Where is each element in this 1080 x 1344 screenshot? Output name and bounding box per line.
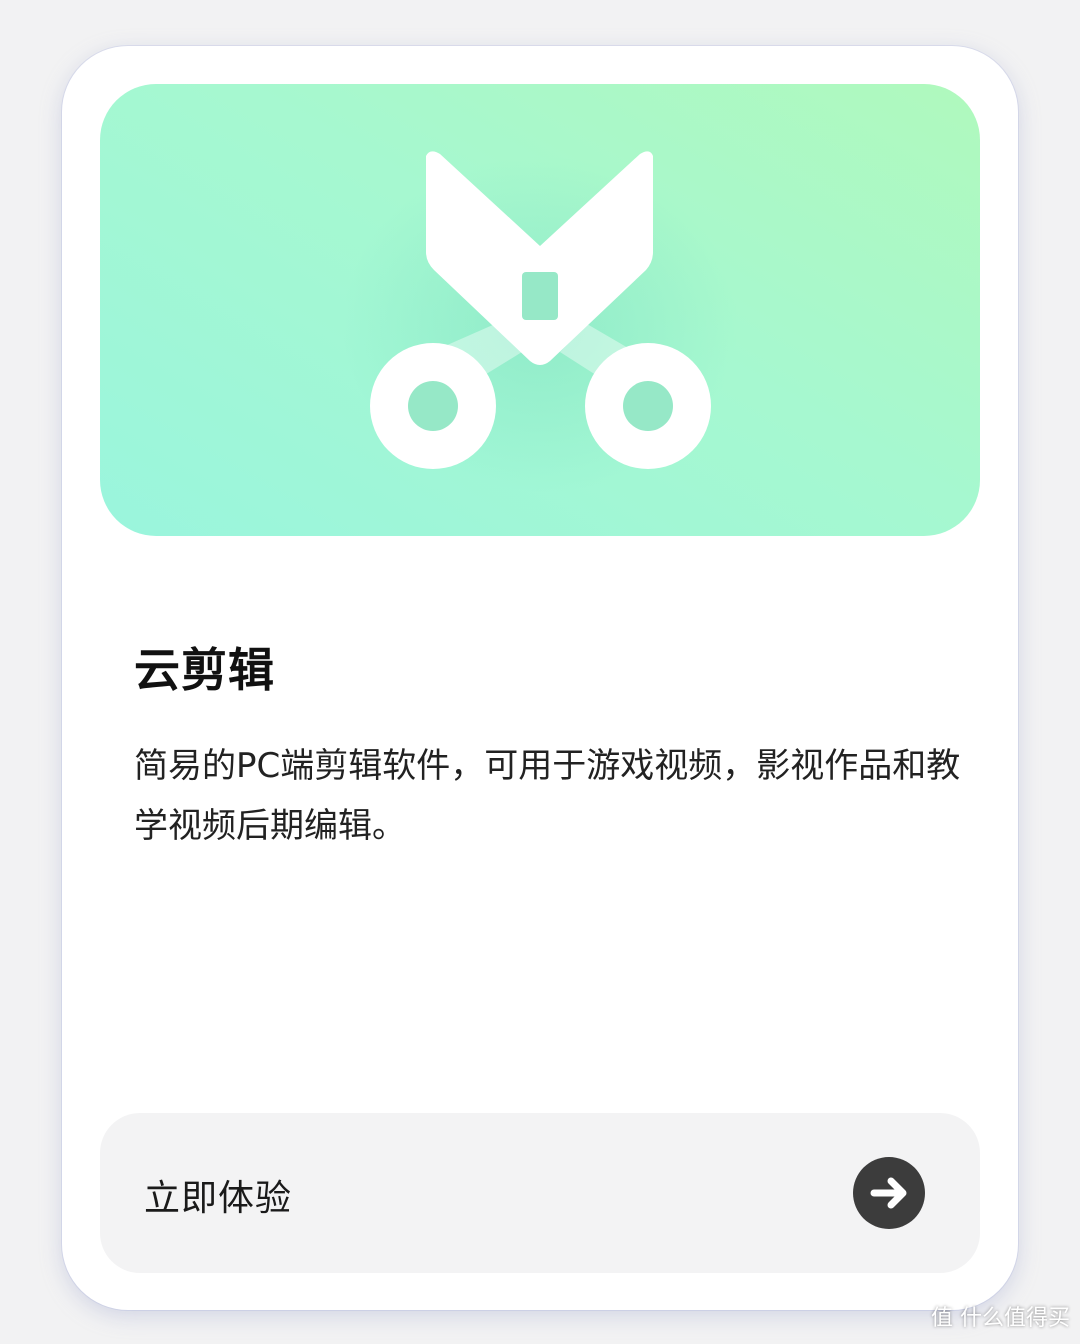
watermark-text: 值 什么值得买 (931, 1306, 1070, 1331)
try-now-label: 立即体验 (144, 1178, 293, 1219)
scissors-icon (370, 151, 711, 469)
arrow-right-icon[interactable] (853, 1157, 925, 1229)
card-title: 云剪辑 (134, 643, 275, 697)
hero-banner (100, 84, 980, 536)
product-card: 云剪辑 简易的PC端剪辑软件，可用于游戏视频，影视作品和教学视频后期编辑。 立即… (62, 46, 1018, 1310)
card-description: 简易的PC端剪辑软件，可用于游戏视频，影视作品和教学视频后期编辑。 (134, 746, 961, 846)
watermark: 值 什么值得买 (931, 1300, 1070, 1332)
try-now-button[interactable]: 立即体验 (100, 1113, 980, 1273)
